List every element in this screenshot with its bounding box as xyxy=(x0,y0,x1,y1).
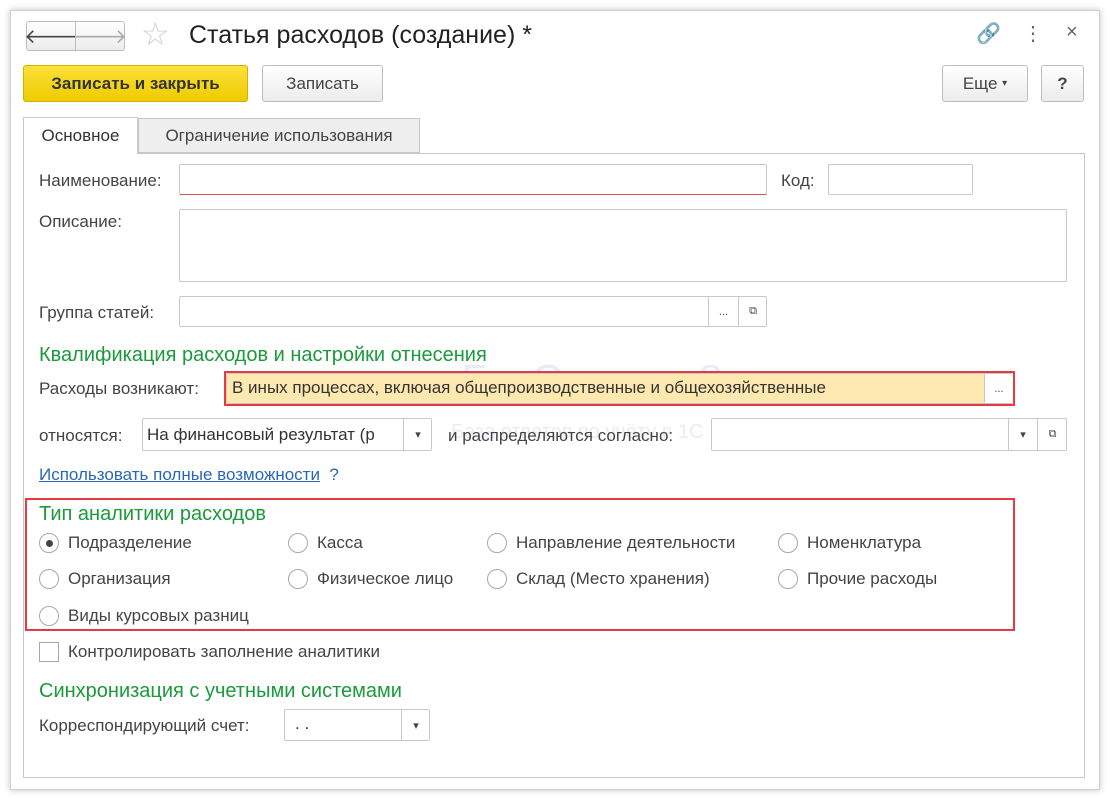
radio-circle xyxy=(39,533,59,553)
favorite-star-icon[interactable]: ☆ xyxy=(141,15,170,53)
chevron-down-icon[interactable]: ▾ xyxy=(403,419,431,450)
radio-circle xyxy=(288,533,308,553)
radio-circle xyxy=(288,569,308,589)
back-button[interactable]: 🡐 xyxy=(24,21,78,51)
radio-label: Физическое лицо xyxy=(317,569,454,588)
description-textarea[interactable] xyxy=(179,209,1067,282)
radio-circle xyxy=(39,606,59,626)
arrow-left-icon: 🡐 xyxy=(24,25,78,48)
radio-label: Виды курсовых разниц xyxy=(68,606,249,625)
save-and-close-button[interactable]: Записать и закрыть xyxy=(23,65,248,102)
tab-usage-restriction[interactable]: Ограничение использования xyxy=(138,118,420,153)
more-button[interactable]: Еще ▾ xyxy=(942,65,1028,102)
radio-label: Прочие расходы xyxy=(807,569,938,588)
account-value: . . xyxy=(295,714,310,733)
close-icon[interactable]: × xyxy=(1066,21,1078,44)
group-input[interactable]: ... ⧉ xyxy=(179,296,767,327)
relate-value: На финансовый результат (р xyxy=(147,425,375,444)
radio-warehouse[interactable]: Склад (Место хранения) xyxy=(487,569,710,589)
highlight-frame xyxy=(224,371,1015,406)
radio-circle xyxy=(778,569,798,589)
open-icon[interactable]: ⧉ xyxy=(1037,419,1067,450)
account-label: Корреспондирующий счет: xyxy=(39,716,250,735)
radio-label: Склад (Место хранения) xyxy=(516,569,710,588)
section-qualification: Квалификация расходов и настройки отнесе… xyxy=(39,344,487,366)
relate-label: относятся: xyxy=(39,426,123,445)
account-select[interactable]: . . ▾ xyxy=(284,709,430,741)
forward-button[interactable]: 🡒 xyxy=(73,21,127,51)
chevron-down-icon[interactable]: ▾ xyxy=(401,710,430,740)
more-label: Еще xyxy=(962,73,998,93)
tab-main[interactable]: Основное xyxy=(23,117,138,154)
full-features-link-row: Использовать полные возможности ? xyxy=(39,465,339,485)
radio-subdivision[interactable]: Подразделение xyxy=(39,533,192,553)
link-icon[interactable]: 🔗 xyxy=(976,21,1001,46)
radio-nomenclature[interactable]: Номенклатура xyxy=(778,533,921,553)
description-label: Описание: xyxy=(39,212,122,231)
select-button[interactable]: ... xyxy=(708,297,738,326)
radio-exchange-diff[interactable]: Виды курсовых разниц xyxy=(39,606,249,626)
chevron-down-icon[interactable]: ▾ xyxy=(1008,419,1037,450)
radio-circle xyxy=(487,533,507,553)
section-analytics-type: Тип аналитики расходов xyxy=(39,503,266,525)
distrib-label: и распределяются согласно: xyxy=(448,426,674,445)
radio-circle xyxy=(778,533,798,553)
radio-activity[interactable]: Направление деятельности xyxy=(487,533,735,553)
section-sync: Синхронизация с учетными системами xyxy=(39,680,402,702)
code-label: Код: xyxy=(781,171,815,190)
control-analytics-checkbox[interactable]: Контролировать заполнение аналитики xyxy=(39,642,380,662)
form-window: 🡐 🡒 ☆ Статья расходов (создание) * 🔗 ⋮ ×… xyxy=(10,10,1100,790)
radio-label: Организация xyxy=(68,569,171,588)
checkbox-box xyxy=(39,642,59,662)
name-label: Наименование: xyxy=(39,171,162,190)
page-title: Статья расходов (создание) * xyxy=(189,21,532,49)
relate-select[interactable]: На финансовый результат (р ▾ xyxy=(142,418,432,451)
help-icon[interactable]: ? xyxy=(329,465,338,484)
dropdown-icon: ▾ xyxy=(1002,78,1008,89)
radio-other[interactable]: Прочие расходы xyxy=(778,569,937,589)
full-features-link[interactable]: Использовать полные возможности xyxy=(39,465,320,484)
arrow-right-icon: 🡒 xyxy=(73,25,127,48)
distrib-select[interactable]: ▾ ⧉ xyxy=(711,418,1067,451)
help-button[interactable]: ? xyxy=(1041,65,1084,102)
checkbox-label: Контролировать заполнение аналитики xyxy=(68,642,380,661)
radio-label: Номенклатура xyxy=(807,533,922,552)
radio-label: Подразделение xyxy=(68,533,192,552)
code-input[interactable] xyxy=(828,164,973,195)
radio-cash[interactable]: Касса xyxy=(288,533,363,553)
open-icon[interactable]: ⧉ xyxy=(738,297,767,326)
name-input[interactable] xyxy=(179,164,767,195)
arise-label: Расходы возникают: xyxy=(39,379,199,398)
radio-circle xyxy=(487,569,507,589)
more-vert-icon[interactable]: ⋮ xyxy=(1023,21,1043,46)
radio-circle xyxy=(39,569,59,589)
radio-person[interactable]: Физическое лицо xyxy=(288,569,453,589)
group-label: Группа статей: xyxy=(39,303,155,322)
save-button[interactable]: Записать xyxy=(262,65,383,102)
radio-label: Направление деятельности xyxy=(516,533,736,552)
radio-organization[interactable]: Организация xyxy=(39,569,171,589)
radio-label: Касса xyxy=(317,533,363,552)
